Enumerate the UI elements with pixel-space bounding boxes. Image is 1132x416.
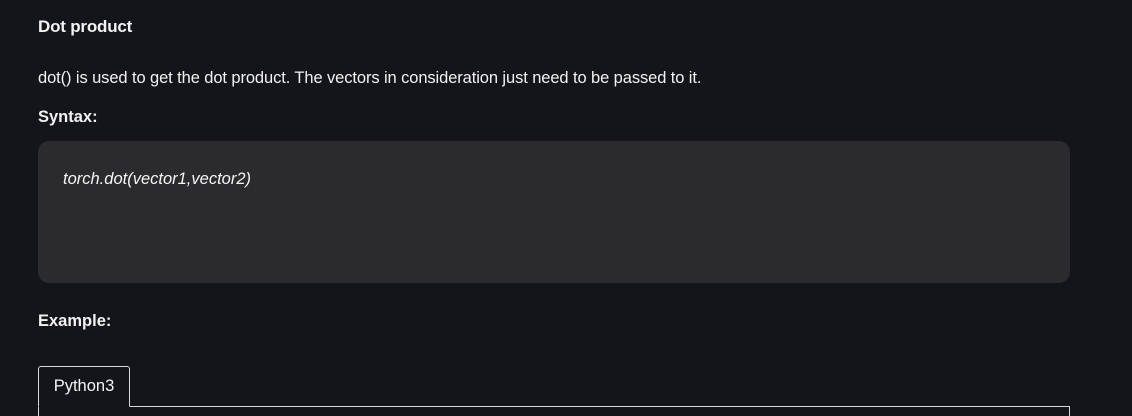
section-description: dot() is used to get the dot product. Th… xyxy=(38,69,702,87)
tab-panel-left-border xyxy=(38,406,39,416)
syntax-label: Syntax: xyxy=(38,108,98,126)
syntax-code-block: torch.dot(vector1,vector2) xyxy=(38,141,1070,283)
tab-python3[interactable]: Python3 xyxy=(38,366,130,407)
section-title: Dot product xyxy=(38,17,133,36)
tab-panel-right-border xyxy=(1069,406,1070,416)
tab-panel-top-border xyxy=(38,406,1070,407)
example-label: Example: xyxy=(38,312,112,330)
syntax-code[interactable]: torch.dot(vector1,vector2) xyxy=(63,170,251,189)
article-page: Dot product dot() is used to get the dot… xyxy=(0,0,1132,416)
